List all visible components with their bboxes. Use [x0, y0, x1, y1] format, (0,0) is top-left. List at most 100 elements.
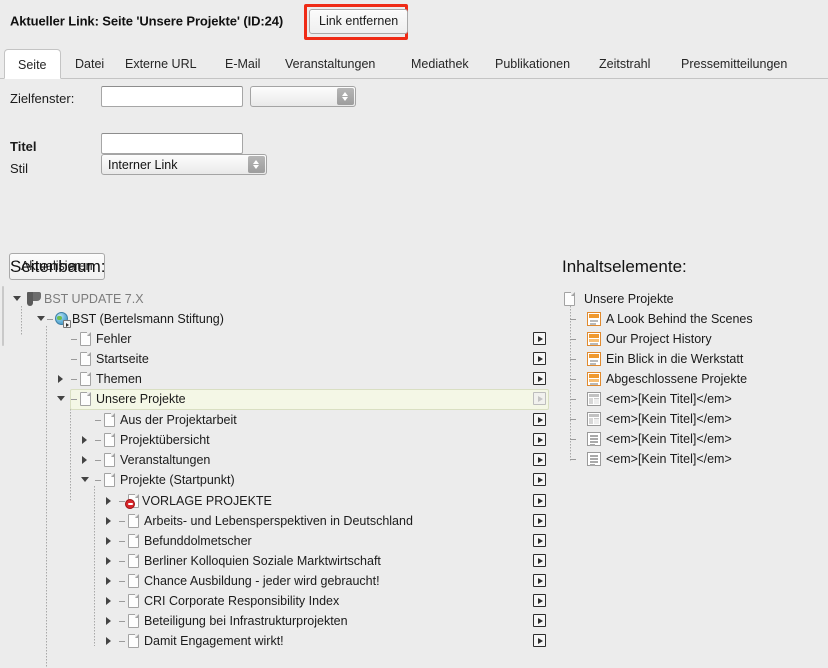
page-icon	[126, 513, 142, 529]
tree-dash	[71, 339, 77, 340]
page-icon	[78, 331, 94, 347]
tab-seite[interactable]: Seite	[4, 49, 61, 79]
tab-pressemitteilungen[interactable]: Pressemitteilungen	[668, 49, 800, 79]
tree-connector	[46, 326, 47, 668]
select-page-button[interactable]	[533, 433, 546, 446]
tree-node-label: Damit Engagement wirkt!	[144, 634, 284, 648]
ce-header-text-icon	[586, 331, 602, 347]
tree-node-label: Berliner Kolloquien Soziale Marktwirtsch…	[144, 554, 381, 568]
select-page-button[interactable]	[533, 554, 546, 567]
select-page-button[interactable]	[533, 514, 546, 527]
ce-header-icon	[586, 351, 602, 367]
tree-dash	[119, 521, 125, 522]
content-element-label: <em>[Kein Titel]</em>	[606, 452, 732, 466]
tree-dash	[95, 460, 101, 461]
chevron-right-icon[interactable]	[80, 450, 90, 470]
content-element-label: Ein Blick in die Werkstatt	[606, 352, 744, 366]
page-title: Aktueller Link: Seite 'Unsere Projekte' …	[10, 13, 284, 29]
chevron-right-icon[interactable]	[56, 369, 66, 389]
tab-veranstaltungen[interactable]: Veranstaltungen	[272, 49, 388, 79]
tree-dash	[95, 480, 101, 481]
tree-node-label: CRI Corporate Responsibility Index	[144, 594, 340, 608]
tab-email[interactable]: E-Mail	[212, 49, 273, 79]
chevron-right-icon[interactable]	[104, 551, 114, 571]
remove-link-wrapper: Link entfernen	[304, 4, 409, 40]
chevron-down-icon[interactable]	[80, 470, 90, 490]
select-page-button[interactable]	[533, 473, 546, 486]
chevron-right-icon[interactable]	[104, 511, 114, 531]
chevron-down-icon[interactable]	[56, 389, 66, 409]
tree-node-label: Startseite	[96, 352, 149, 366]
page-icon	[126, 533, 142, 549]
target-window-input[interactable]	[101, 86, 243, 107]
chevron-right-icon[interactable]	[104, 611, 114, 631]
chevron-down-icon[interactable]	[36, 309, 46, 329]
tree-dash	[119, 601, 125, 602]
tree-dash	[570, 439, 576, 440]
page-icon	[78, 391, 94, 407]
chevron-right-icon[interactable]	[104, 491, 114, 511]
chevron-right-icon[interactable]	[80, 430, 90, 450]
tree-connector	[94, 486, 95, 646]
tab-datei[interactable]: Datei	[62, 49, 117, 79]
page-icon	[102, 432, 118, 448]
content-element-label: <em>[Kein Titel]</em>	[606, 412, 732, 426]
tree-node-label: BST UPDATE 7.X	[44, 292, 144, 306]
tree-dash	[95, 440, 101, 441]
title-label: Titel	[10, 139, 37, 154]
tree-dash	[570, 399, 576, 400]
tree-connector	[70, 406, 71, 501]
tree-dash	[71, 359, 77, 360]
tab-publikationen[interactable]: Publikationen	[482, 49, 583, 79]
chevron-updown-icon	[337, 88, 354, 105]
tree-dash	[570, 359, 576, 360]
panel-edge-marker	[2, 286, 4, 346]
tab-mediathek[interactable]: Mediathek	[398, 49, 482, 79]
chevron-right-icon[interactable]	[104, 631, 114, 651]
tab-zeitstrahl[interactable]: Zeitstrahl	[586, 49, 663, 79]
style-label: Stil	[10, 161, 29, 176]
tree-dash	[71, 379, 77, 380]
tree-dash	[570, 319, 576, 320]
chevron-right-icon[interactable]	[104, 571, 114, 591]
tree-dash	[119, 641, 125, 642]
page-icon	[126, 553, 142, 569]
page-tree-heading: Seitenbaum:	[10, 257, 106, 276]
tree-dash	[47, 319, 53, 320]
ce-table-icon	[586, 391, 602, 407]
page-icon	[78, 351, 94, 367]
select-page-button[interactable]	[533, 614, 546, 627]
target-window-select[interactable]	[250, 86, 356, 107]
select-page-button[interactable]	[533, 534, 546, 547]
tree-node-label: BST (Bertelsmann Stiftung)	[72, 312, 224, 326]
title-input[interactable]	[101, 133, 243, 154]
chevron-down-icon[interactable]	[12, 289, 22, 309]
select-page-button[interactable]	[533, 453, 546, 466]
select-page-button[interactable]	[533, 574, 546, 587]
tree-dash	[570, 339, 576, 340]
select-page-button[interactable]	[533, 332, 546, 345]
tree-node-label: Unsere Projekte	[96, 392, 186, 406]
tab-bar: Seite Datei Externe URL E-Mail Veranstal…	[0, 48, 828, 79]
select-page-button[interactable]	[533, 494, 546, 507]
style-select[interactable]: Interner Link	[101, 154, 267, 175]
page-icon	[126, 593, 142, 609]
page-hidden-icon	[125, 493, 142, 509]
tree-node-label: Projekte (Startpunkt)	[120, 473, 235, 487]
tree-node-label: Themen	[96, 372, 142, 386]
select-page-button[interactable]	[533, 594, 546, 607]
select-page-button[interactable]	[533, 413, 546, 426]
select-page-button[interactable]	[533, 352, 546, 365]
select-page-button-disabled	[533, 392, 546, 405]
chevron-right-icon[interactable]	[104, 591, 114, 611]
page-icon	[562, 291, 578, 307]
tree-connector	[21, 306, 22, 336]
select-page-button[interactable]	[533, 634, 546, 647]
target-window-label: Zielfenster:	[10, 91, 75, 106]
chevron-right-icon[interactable]	[104, 531, 114, 551]
tab-externe-url[interactable]: Externe URL	[112, 49, 210, 79]
page-icon	[102, 412, 118, 428]
tree-node-label: Aus der Projektarbeit	[120, 413, 237, 427]
remove-link-button[interactable]: Link entfernen	[309, 9, 409, 34]
select-page-button[interactable]	[533, 372, 546, 385]
